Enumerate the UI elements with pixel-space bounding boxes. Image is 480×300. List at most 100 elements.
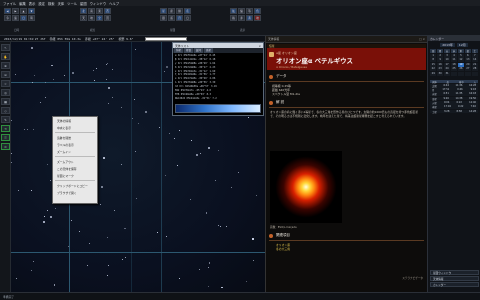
toolbar-button[interactable]: 格 <box>230 15 237 21</box>
calendar-day[interactable]: 13 <box>464 58 472 62</box>
context-menu-item[interactable]: クリップボードにコピー <box>53 182 97 189</box>
calendar-year[interactable]: 2013年 <box>440 42 455 47</box>
search-input[interactable] <box>145 36 188 41</box>
toolbar-button[interactable]: ▶ <box>12 8 19 14</box>
context-menu-item[interactable]: ラベルの表示 <box>53 141 97 148</box>
calendar-day[interactable]: 3 <box>443 53 451 58</box>
tool-button[interactable]: ⊕ <box>1 62 10 69</box>
toolbar-button[interactable]: 日 <box>184 15 191 21</box>
toolbar-button[interactable]: 拡 <box>230 8 237 14</box>
toolbar-button[interactable]: 惑 <box>168 15 175 21</box>
toolbar-button[interactable]: 速 <box>12 15 19 21</box>
calendar-day[interactable]: 12 <box>457 58 465 62</box>
menu-item[interactable]: 天体 <box>58 1 65 6</box>
tool-button[interactable]: ⟲ <box>1 125 10 132</box>
toolbar-button[interactable]: 座 <box>168 8 175 14</box>
toolbar-button[interactable]: 色 <box>254 8 261 14</box>
calendar-day[interactable]: 31 <box>443 71 451 76</box>
calendar-month[interactable]: 12月 <box>456 42 468 47</box>
window-controls-icon[interactable]: □ × <box>419 37 425 41</box>
toolbar-button[interactable]: 名 <box>184 8 191 14</box>
list-panel-tab[interactable]: 銀河 <box>194 48 204 53</box>
toolbar-button[interactable]: 日 <box>20 15 27 21</box>
menu-item[interactable]: 設定 <box>38 1 45 6</box>
toolbar-button[interactable]: 北 <box>80 8 87 14</box>
tool-button[interactable]: ⊖ <box>1 71 10 78</box>
calendar-day[interactable]: 10 <box>443 58 451 62</box>
toolbar-button[interactable]: 地 <box>254 15 261 21</box>
context-menu-item[interactable]: ズームイン <box>53 148 97 155</box>
menu-item[interactable]: ツール <box>67 1 77 6</box>
tool-button[interactable]: ✎ <box>1 116 10 123</box>
toolbar-button[interactable]: 銀 <box>160 15 167 21</box>
calendar-day[interactable]: 28 <box>471 67 478 71</box>
toolbar-button[interactable]: 地 <box>88 15 95 21</box>
context-menu-item[interactable]: 中央に表示 <box>53 124 97 131</box>
context-menu-item[interactable]: ブラウザで開く <box>53 189 97 196</box>
calendar-day[interactable]: 23 <box>436 67 444 71</box>
menu-item[interactable]: 編集 <box>19 1 26 6</box>
toolbar-button[interactable]: 赤 <box>238 15 245 21</box>
toolbar-button[interactable]: 今 <box>4 15 11 21</box>
close-icon[interactable]: × <box>259 44 261 48</box>
calendar-day[interactable]: 29 <box>430 71 437 76</box>
related-link[interactable]: 冬の大三角 <box>276 247 427 251</box>
tool-button[interactable]: ↖ <box>1 44 10 51</box>
calendar-day[interactable]: 22 <box>430 67 437 71</box>
toolbar-button[interactable]: 東 <box>96 8 103 14</box>
list-panel-tab[interactable]: 恒星 <box>174 48 184 53</box>
context-menu-item[interactable]: この天体を保存 <box>53 165 97 172</box>
calendar-day[interactable]: 7 <box>471 53 478 58</box>
toolbar-button[interactable]: ▲ <box>20 8 27 14</box>
context-menu-item[interactable]: ズームアウト <box>53 158 97 165</box>
toolbar-button[interactable]: ▼ <box>28 8 35 14</box>
context-menu-item[interactable]: 天体の情報 <box>53 117 97 124</box>
calendar-day[interactable]: 19 <box>457 62 465 67</box>
toolbar-button[interactable]: 天 <box>80 15 87 21</box>
calendar-day[interactable]: 20 <box>464 62 472 67</box>
list-row[interactable]: NGC2024 05h41m43s -01°51' 7.2 <box>175 97 261 101</box>
toolbar-button[interactable]: 時 <box>28 15 35 21</box>
toolbar-button[interactable]: 縮 <box>238 8 245 14</box>
calendar-day[interactable]: 6 <box>464 53 472 58</box>
calendar-day[interactable]: 5 <box>457 53 465 58</box>
menu-item[interactable]: ウィンドウ <box>90 1 106 6</box>
toolbar-button[interactable]: 等 <box>246 8 253 14</box>
tool-button[interactable]: ✋ <box>1 53 10 60</box>
toolbar-button[interactable]: ◀ <box>4 8 11 14</box>
calendar-day[interactable]: 2 <box>436 53 444 58</box>
toolbar-button[interactable]: 月 <box>176 15 183 21</box>
panel-list-item[interactable]: 星図ウィンドウ <box>430 270 479 275</box>
toolbar-button[interactable]: 回 <box>104 15 111 21</box>
tool-button[interactable]: ☆ <box>1 80 10 87</box>
tool-button[interactable]: ◇ <box>1 107 10 114</box>
panel-list-item[interactable]: カレンダー <box>430 282 479 287</box>
calendar-day[interactable]: 8 <box>430 58 437 62</box>
calendar-day[interactable]: 18 <box>450 62 458 67</box>
context-menu-item[interactable]: 追跡を開始 <box>53 134 97 141</box>
toolbar-button[interactable]: 西 <box>104 8 111 14</box>
menu-item[interactable]: ヘルプ <box>109 1 119 6</box>
tool-button[interactable]: ▦ <box>1 98 10 105</box>
context-menu-item[interactable]: 星図にマーク <box>53 172 97 179</box>
tool-button[interactable]: ◎ <box>1 89 10 96</box>
calendar-day[interactable]: 15 <box>430 62 437 67</box>
tool-button[interactable]: ☰ <box>1 134 10 141</box>
menu-item[interactable]: 星図 <box>80 1 87 6</box>
toolbar-button[interactable]: 全 <box>96 15 103 21</box>
calendar-day[interactable]: 21 <box>471 62 478 67</box>
calendar-day[interactable]: 1 <box>430 53 437 58</box>
calendar-day[interactable]: 26 <box>457 67 465 71</box>
menu-item[interactable]: 検索 <box>48 1 55 6</box>
calendar-day[interactable]: 16 <box>436 62 444 67</box>
calendar-day[interactable]: 25 <box>450 67 458 71</box>
panel-list-item[interactable]: 天体情報 <box>430 276 479 281</box>
calendar-day[interactable]: 11 <box>450 58 458 62</box>
menu-item[interactable]: ファイル <box>3 1 16 6</box>
calendar-day[interactable]: 27 <box>464 67 472 71</box>
toolbar-button[interactable]: 黄 <box>246 15 253 21</box>
list-panel-tab[interactable]: 星雲 <box>184 48 194 53</box>
tool-button[interactable]: ⚙ <box>1 143 10 150</box>
menu-item[interactable]: 表示 <box>29 1 36 6</box>
list-panel-tab[interactable]: 惑星 <box>204 48 214 53</box>
